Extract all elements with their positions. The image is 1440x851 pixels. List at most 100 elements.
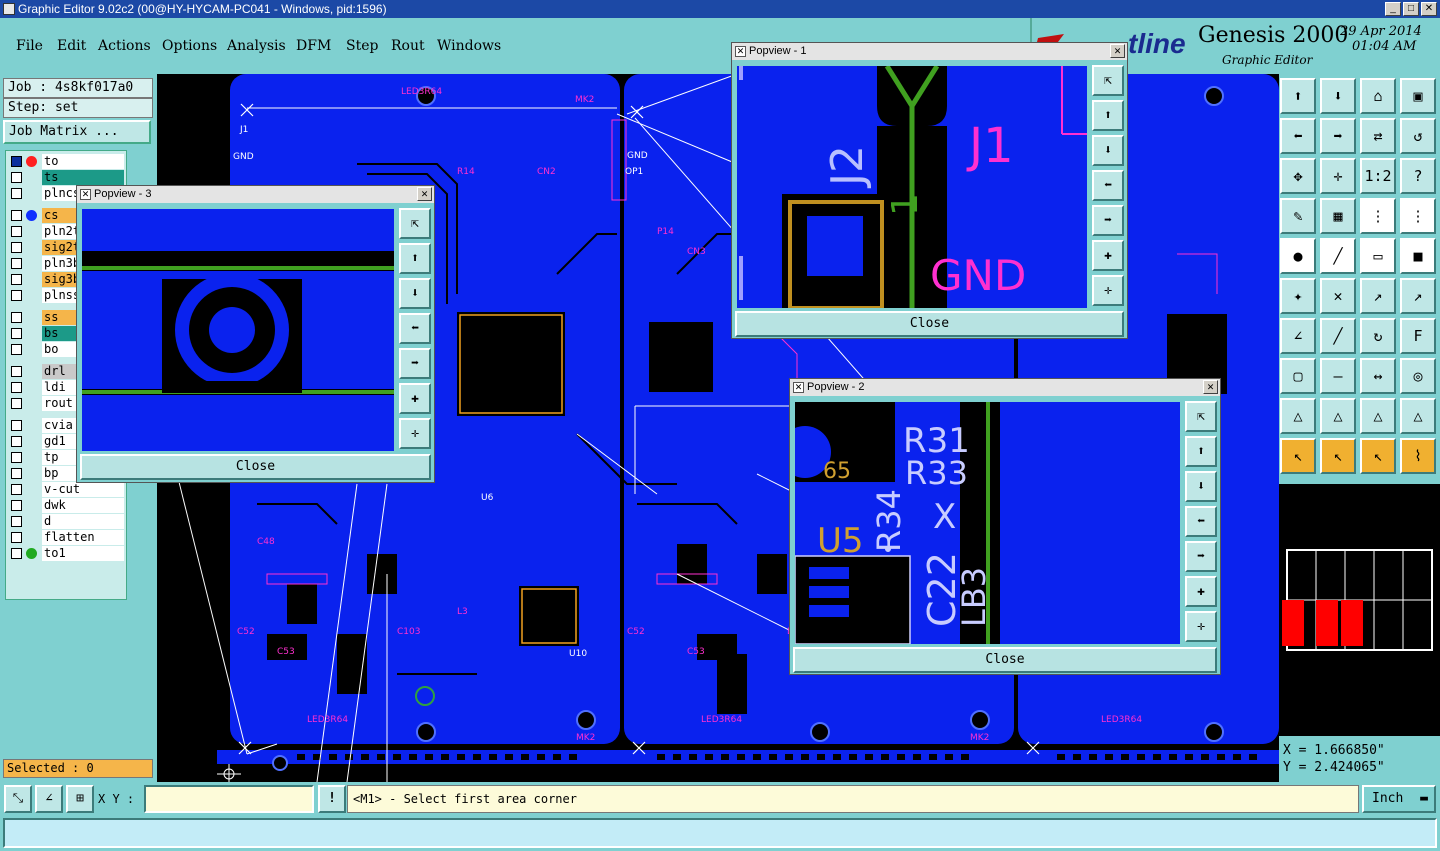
net-icon[interactable]: ✦: [1280, 278, 1316, 314]
window-icon[interactable]: ▣: [1400, 78, 1436, 114]
popview-1-pan-left-icon[interactable]: ⬅: [1092, 170, 1124, 201]
popview-3-zoom-in-icon[interactable]: ✚: [399, 383, 431, 414]
arc-icon[interactable]: ↻: [1360, 318, 1396, 354]
xy-input[interactable]: [144, 785, 314, 813]
popview-2-view[interactable]: R31 R33 R34 C22 LB3 X U5 65: [795, 402, 1180, 644]
snap-pad2-icon[interactable]: ⋮: [1400, 198, 1436, 234]
maximize-button[interactable]: □: [1403, 2, 1419, 16]
grid-icon[interactable]: ▦: [1320, 198, 1356, 234]
popview-1-pan-up-icon[interactable]: ⬆: [1092, 100, 1124, 131]
layer-row-dwk[interactable]: dwk: [8, 498, 126, 513]
layer-checkbox[interactable]: [11, 398, 22, 409]
overview-map[interactable]: [1279, 484, 1440, 736]
triangle4-icon[interactable]: △: [1400, 398, 1436, 434]
pointer2-icon[interactable]: ↖: [1320, 438, 1356, 474]
menu-rout[interactable]: Rout: [391, 38, 425, 54]
ruler-icon[interactable]: ▭: [1360, 238, 1396, 274]
flip-icon[interactable]: F: [1400, 318, 1436, 354]
angle-icon[interactable]: ∠: [1280, 318, 1316, 354]
rotate-icon[interactable]: ↺: [1400, 118, 1436, 154]
popview-3-pan-up-icon[interactable]: ⬆: [399, 243, 431, 274]
popview-2-close-button[interactable]: Close: [793, 647, 1217, 673]
warning-icon[interactable]: !: [318, 785, 346, 813]
menu-edit[interactable]: Edit: [57, 38, 86, 54]
layer-checkbox[interactable]: [11, 328, 22, 339]
move-right-icon[interactable]: ➡: [1320, 118, 1356, 154]
menu-analysis[interactable]: Analysis: [227, 38, 286, 54]
popview-3-zoom-out-icon[interactable]: ✛: [399, 418, 431, 449]
layer-checkbox[interactable]: [11, 532, 22, 543]
menu-dfm[interactable]: DFM: [296, 38, 331, 54]
popview-1-zoom-in-icon[interactable]: ✚: [1092, 240, 1124, 271]
menu-windows[interactable]: Windows: [437, 38, 501, 54]
move-left-icon[interactable]: ⬅: [1280, 118, 1316, 154]
grid-snap-icon[interactable]: ⊞: [66, 785, 94, 813]
home-icon[interactable]: ⌂: [1360, 78, 1396, 114]
popview-2-zoom-out-icon[interactable]: ✛: [1185, 611, 1217, 642]
layer-checkbox[interactable]: [11, 344, 22, 355]
layer-checkbox[interactable]: [11, 468, 22, 479]
layer-checkbox[interactable]: [11, 210, 22, 221]
move-down-icon[interactable]: ⬇: [1320, 78, 1356, 114]
layer-row-to1[interactable]: to1: [8, 546, 126, 561]
layer-checkbox[interactable]: [11, 500, 22, 511]
arrow-icon[interactable]: ↗: [1360, 278, 1396, 314]
popview-3-view[interactable]: [82, 209, 394, 451]
layer-checkbox[interactable]: [11, 242, 22, 253]
popview-2-pan-up-icon[interactable]: ⬆: [1185, 436, 1217, 467]
layer-checkbox[interactable]: [11, 548, 22, 559]
triangle-icon[interactable]: △: [1280, 398, 1316, 434]
popview-3-pan-left-icon[interactable]: ⬅: [399, 313, 431, 344]
units-selector[interactable]: Inch ▬: [1362, 785, 1436, 813]
layer-checkbox[interactable]: [11, 420, 22, 431]
popview-2-pan-down-icon[interactable]: ⬇: [1185, 471, 1217, 502]
popview-1-view[interactable]: J2 J1 GND 1: [737, 66, 1087, 308]
tools-icon[interactable]: ✎: [1280, 198, 1316, 234]
layer-row-to[interactable]: to: [8, 154, 126, 169]
path-icon[interactable]: ⌇: [1400, 438, 1436, 474]
layer-row-flatten[interactable]: flatten: [8, 530, 126, 545]
cut-icon[interactable]: —: [1320, 358, 1356, 394]
menu-options[interactable]: Options: [162, 38, 217, 54]
layer-checkbox[interactable]: [11, 516, 22, 527]
center-icon[interactable]: ✛: [1320, 158, 1356, 194]
layer-checkbox[interactable]: [11, 274, 22, 285]
popview-3-zoom-home-icon[interactable]: ⇱: [399, 208, 431, 239]
line-icon[interactable]: ╱: [1320, 238, 1356, 274]
draw-icon[interactable]: ╱: [1320, 318, 1356, 354]
pad-icon[interactable]: ■: [1400, 238, 1436, 274]
menu-actions[interactable]: Actions: [98, 38, 151, 54]
popview-3-pan-right-icon[interactable]: ➡: [399, 348, 431, 379]
popview-1-zoom-home-icon[interactable]: ⇱: [1092, 65, 1124, 96]
layer-checkbox[interactable]: [11, 258, 22, 269]
popview-3-close-x[interactable]: ✕: [417, 187, 432, 201]
layer-checkbox[interactable]: [11, 290, 22, 301]
triangle3-icon[interactable]: △: [1360, 398, 1396, 434]
layer-checkbox[interactable]: [11, 382, 22, 393]
copy-icon[interactable]: ◎: [1400, 358, 1436, 394]
ratio-icon[interactable]: 1:2: [1360, 158, 1396, 194]
popview-1-close-x[interactable]: ✕: [1110, 44, 1125, 58]
pointer-icon[interactable]: ↖: [1280, 438, 1316, 474]
swap-icon[interactable]: ⇄: [1360, 118, 1396, 154]
layer-checkbox[interactable]: [11, 484, 22, 495]
layer-checkbox[interactable]: [11, 366, 22, 377]
layer-row-d[interactable]: d: [8, 514, 126, 529]
pointer3-icon[interactable]: ↖: [1360, 438, 1396, 474]
move-pad-icon[interactable]: ▢: [1280, 358, 1316, 394]
layer-checkbox[interactable]: [11, 156, 22, 167]
triangle2-icon[interactable]: △: [1320, 398, 1356, 434]
popview-3-pan-down-icon[interactable]: ⬇: [399, 278, 431, 309]
layer-checkbox[interactable]: [11, 452, 22, 463]
close-window-button[interactable]: ✕: [1421, 2, 1437, 16]
move-up-icon[interactable]: ⬆: [1280, 78, 1316, 114]
job-matrix-button[interactable]: Job Matrix ...: [3, 120, 151, 144]
popview-3-close-button[interactable]: Close: [80, 454, 431, 480]
popview-2-zoom-home-icon[interactable]: ⇱: [1185, 401, 1217, 432]
layer-checkbox[interactable]: [11, 188, 22, 199]
measure-icon[interactable]: ∠: [35, 785, 63, 813]
popview-1-pan-right-icon[interactable]: ➡: [1092, 205, 1124, 236]
layer-checkbox[interactable]: [11, 172, 22, 183]
cross-icon[interactable]: ✕: [1320, 278, 1356, 314]
minimize-button[interactable]: _: [1385, 2, 1401, 16]
